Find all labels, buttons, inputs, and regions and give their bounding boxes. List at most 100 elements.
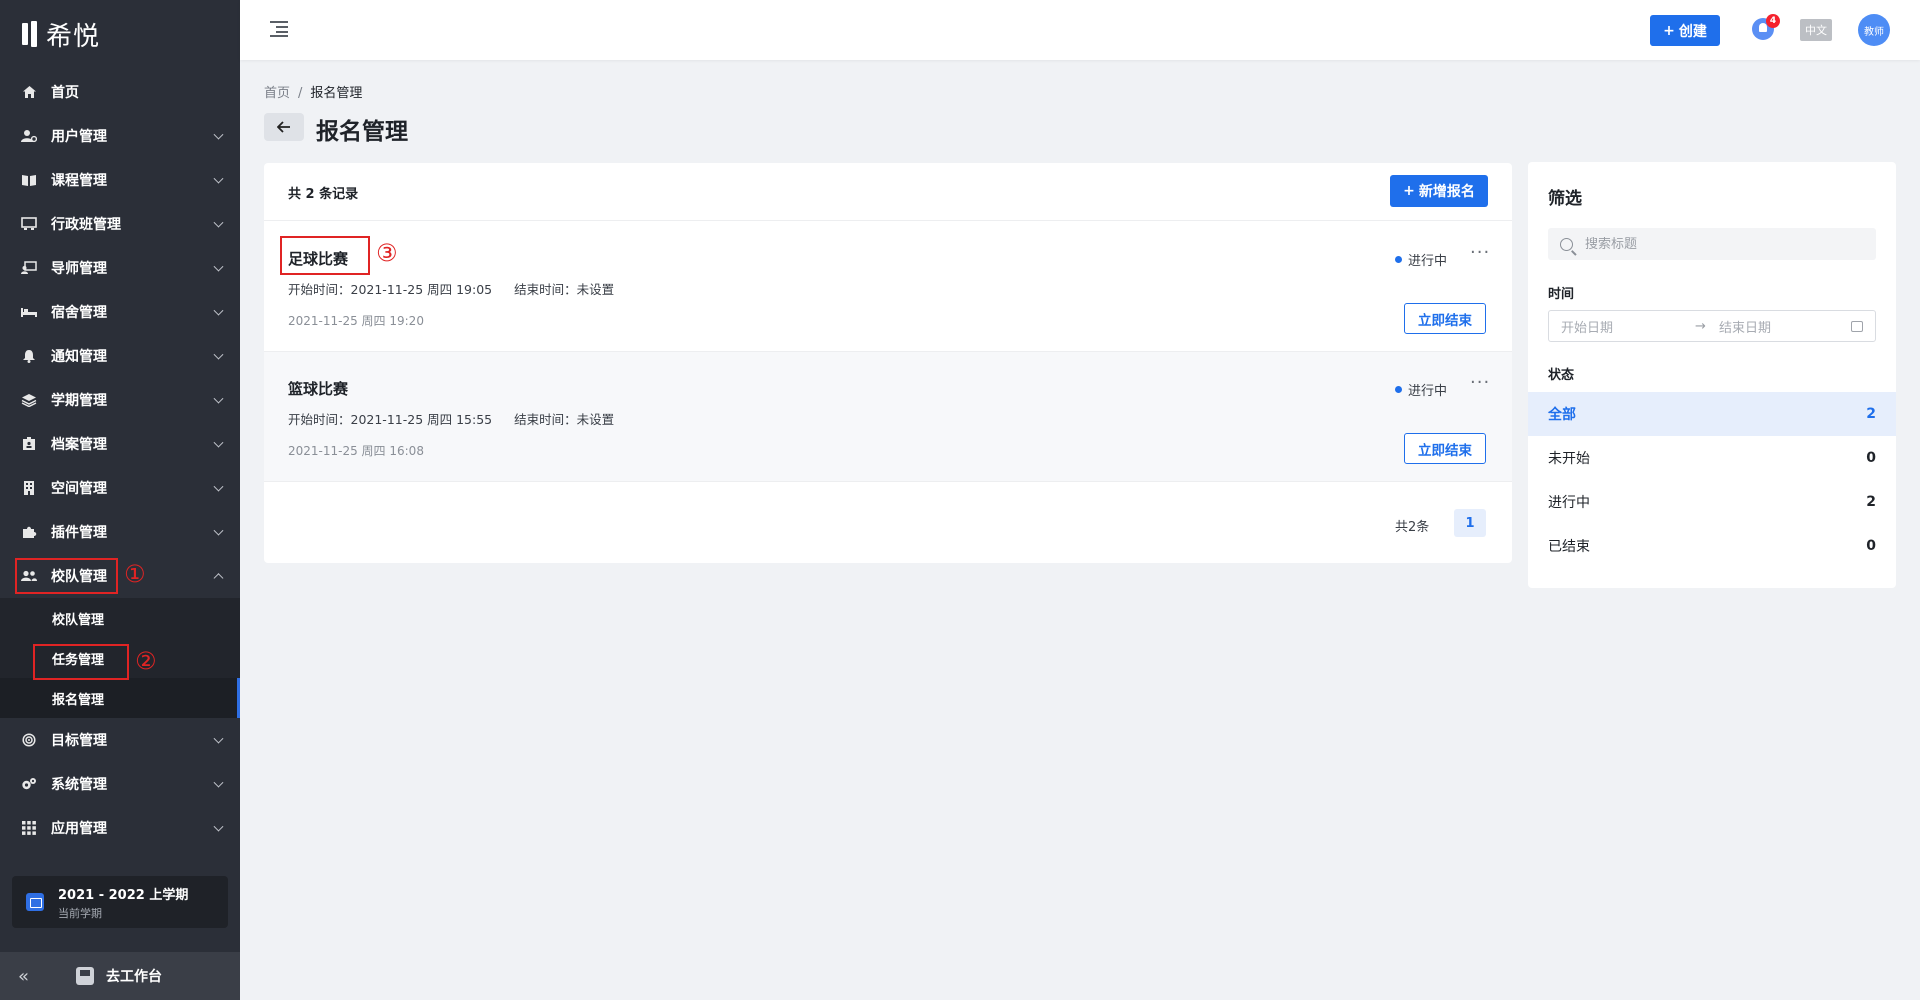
end-now-button[interactable]: 立即结束 xyxy=(1404,433,1486,464)
current-term-card[interactable]: 2021 - 2022 上学期 当前学期 xyxy=(12,876,228,928)
sidebar-item-terms[interactable]: 学期管理 xyxy=(0,378,240,422)
end-now-button[interactable]: 立即结束 xyxy=(1404,303,1486,334)
chevron-down-icon xyxy=(213,525,224,536)
pagination-page-button[interactable]: 1 xyxy=(1454,509,1486,537)
home-icon xyxy=(20,83,38,101)
search-input[interactable] xyxy=(1585,236,1865,252)
registration-title[interactable]: 篮球比赛 xyxy=(288,378,348,399)
sidebar-item-courses[interactable]: 课程管理 xyxy=(0,158,240,202)
sidebar-item-archives[interactable]: 档案管理 xyxy=(0,422,240,466)
chevron-down-icon xyxy=(213,481,224,492)
date-range-picker[interactable]: 开始日期 → 结束日期 xyxy=(1548,310,1876,342)
sidebar-item-label: 目标管理 xyxy=(51,733,107,749)
arrow-left-icon xyxy=(277,121,290,133)
user-icon xyxy=(20,127,38,145)
language-switcher[interactable]: 中文 xyxy=(1800,19,1832,41)
start-date-input[interactable]: 开始日期 xyxy=(1561,317,1613,336)
annotation-number-1: ① xyxy=(124,560,146,588)
sidebar-subitem-registration[interactable]: 报名管理 xyxy=(0,678,240,718)
status-option-label: 进行中 xyxy=(1548,495,1590,511)
status-option-count: 2 xyxy=(1866,406,1876,422)
calendar-icon xyxy=(26,893,44,911)
target-icon xyxy=(20,731,38,749)
list-item[interactable]: 足球比赛 开始时间：2021-11-25 周四 19:05 结束时间：未设置 2… xyxy=(264,222,1512,352)
chevron-down-icon xyxy=(213,733,224,744)
filter-title: 筛选 xyxy=(1548,189,1582,209)
sidebar-item-notices[interactable]: 通知管理 xyxy=(0,334,240,378)
end-date-input[interactable]: 结束日期 xyxy=(1719,317,1771,336)
calendar-icon xyxy=(1851,320,1863,332)
chevron-down-icon xyxy=(213,217,224,228)
status-option-count: 0 xyxy=(1866,450,1876,466)
status-option-not-started[interactable]: 未开始 0 xyxy=(1528,436,1896,480)
chevron-down-icon xyxy=(213,261,224,272)
annotation-number-3: ③ xyxy=(376,239,398,267)
apps-icon xyxy=(20,819,38,837)
sidebar-item-mentors[interactable]: 导师管理 xyxy=(0,246,240,290)
term-subtitle: 当前学期 xyxy=(58,906,102,920)
sidebar-item-label: 首页 xyxy=(51,85,79,101)
chevron-down-icon xyxy=(213,173,224,184)
time-label: 时间 xyxy=(1548,287,1575,302)
breadcrumb-home[interactable]: 首页 xyxy=(264,86,290,101)
status-option-label: 全部 xyxy=(1548,407,1576,423)
sidebar-item-home[interactable]: 首页 xyxy=(0,70,240,114)
sidebar-item-users[interactable]: 用户管理 xyxy=(0,114,240,158)
term-info: 2021 - 2022 上学期 当前学期 xyxy=(58,884,188,921)
breadcrumb: 首页 / 报名管理 xyxy=(264,82,362,101)
brand-logo[interactable]: 希悦 xyxy=(22,16,100,52)
avatar[interactable]: 教师 xyxy=(1858,14,1890,46)
sidebar-item-spaces[interactable]: 空间管理 xyxy=(0,466,240,510)
more-actions-icon[interactable]: ··· xyxy=(1470,372,1490,393)
status-dot-icon xyxy=(1395,386,1402,393)
status-option-in-progress[interactable]: 进行中 2 xyxy=(1528,480,1896,524)
class-icon xyxy=(20,215,38,233)
search-icon xyxy=(1560,237,1573,251)
start-time: 开始时间：2021-11-25 周四 15:55 xyxy=(288,412,493,427)
puzzle-icon xyxy=(20,523,38,541)
sidebar-item-label: 课程管理 xyxy=(51,173,107,189)
chevron-down-icon xyxy=(213,305,224,316)
sidebar-item-goals[interactable]: 目标管理 xyxy=(0,718,240,762)
create-button[interactable]: + 创建 xyxy=(1650,15,1720,46)
bed-icon xyxy=(20,303,38,321)
top-header: + 创建 4 中文 教师 xyxy=(240,0,1920,60)
sidebar-item-label: 系统管理 xyxy=(51,777,107,793)
status-label: 进行中 xyxy=(1408,254,1448,269)
bell-icon xyxy=(20,347,38,365)
back-button[interactable] xyxy=(264,113,304,141)
status-option-all[interactable]: 全部 2 xyxy=(1528,392,1896,436)
breadcrumb-current: 报名管理 xyxy=(310,86,363,101)
end-time: 结束时间：未设置 xyxy=(514,282,615,297)
menu-fold-icon[interactable] xyxy=(270,21,288,37)
annotation-box-1 xyxy=(15,558,118,594)
status-badge: 进行中 xyxy=(1395,380,1447,399)
sidebar-item-system[interactable]: 系统管理 xyxy=(0,762,240,806)
building-icon xyxy=(20,479,38,497)
sidebar-item-dorms[interactable]: 宿舍管理 xyxy=(0,290,240,334)
sidebar-footer: « 去工作台 xyxy=(0,952,240,1000)
pagination-total: 共2条 xyxy=(1395,520,1430,535)
more-actions-icon[interactable]: ··· xyxy=(1470,242,1490,263)
sidebar-item-apps[interactable]: 应用管理 xyxy=(0,806,240,850)
sidebar-item-classes[interactable]: 行政班管理 xyxy=(0,202,240,246)
sidebar-item-label: 应用管理 xyxy=(51,821,107,837)
go-workspace-link[interactable]: 去工作台 xyxy=(106,966,162,986)
chevron-up-icon xyxy=(213,573,224,584)
created-time: 2021-11-25 周四 19:20 xyxy=(288,314,424,328)
breadcrumb-separator: / xyxy=(298,86,303,101)
status-badge: 进行中 xyxy=(1395,250,1447,269)
sidebar-item-plugins[interactable]: 插件管理 xyxy=(0,510,240,554)
sidebar-subitem-school-teams[interactable]: 校队管理 xyxy=(0,598,240,638)
chevron-down-icon xyxy=(213,129,224,140)
registration-list-card: 共 2 条记录 + 新增报名 足球比赛 开始时间：2021-11-25 周四 1… xyxy=(264,163,1512,563)
add-registration-button[interactable]: + 新增报名 xyxy=(1390,175,1488,207)
chevron-down-icon xyxy=(213,777,224,788)
annotation-box-3 xyxy=(280,236,370,275)
list-item[interactable]: 篮球比赛 开始时间：2021-11-25 周四 15:55 结束时间：未设置 2… xyxy=(264,352,1512,482)
status-option-ended[interactable]: 已结束 0 xyxy=(1528,524,1896,568)
create-button-label: 创建 xyxy=(1678,23,1707,40)
collapse-sidebar-icon[interactable]: « xyxy=(18,966,29,987)
plus-icon: + xyxy=(1403,183,1415,199)
archive-icon xyxy=(20,435,38,453)
